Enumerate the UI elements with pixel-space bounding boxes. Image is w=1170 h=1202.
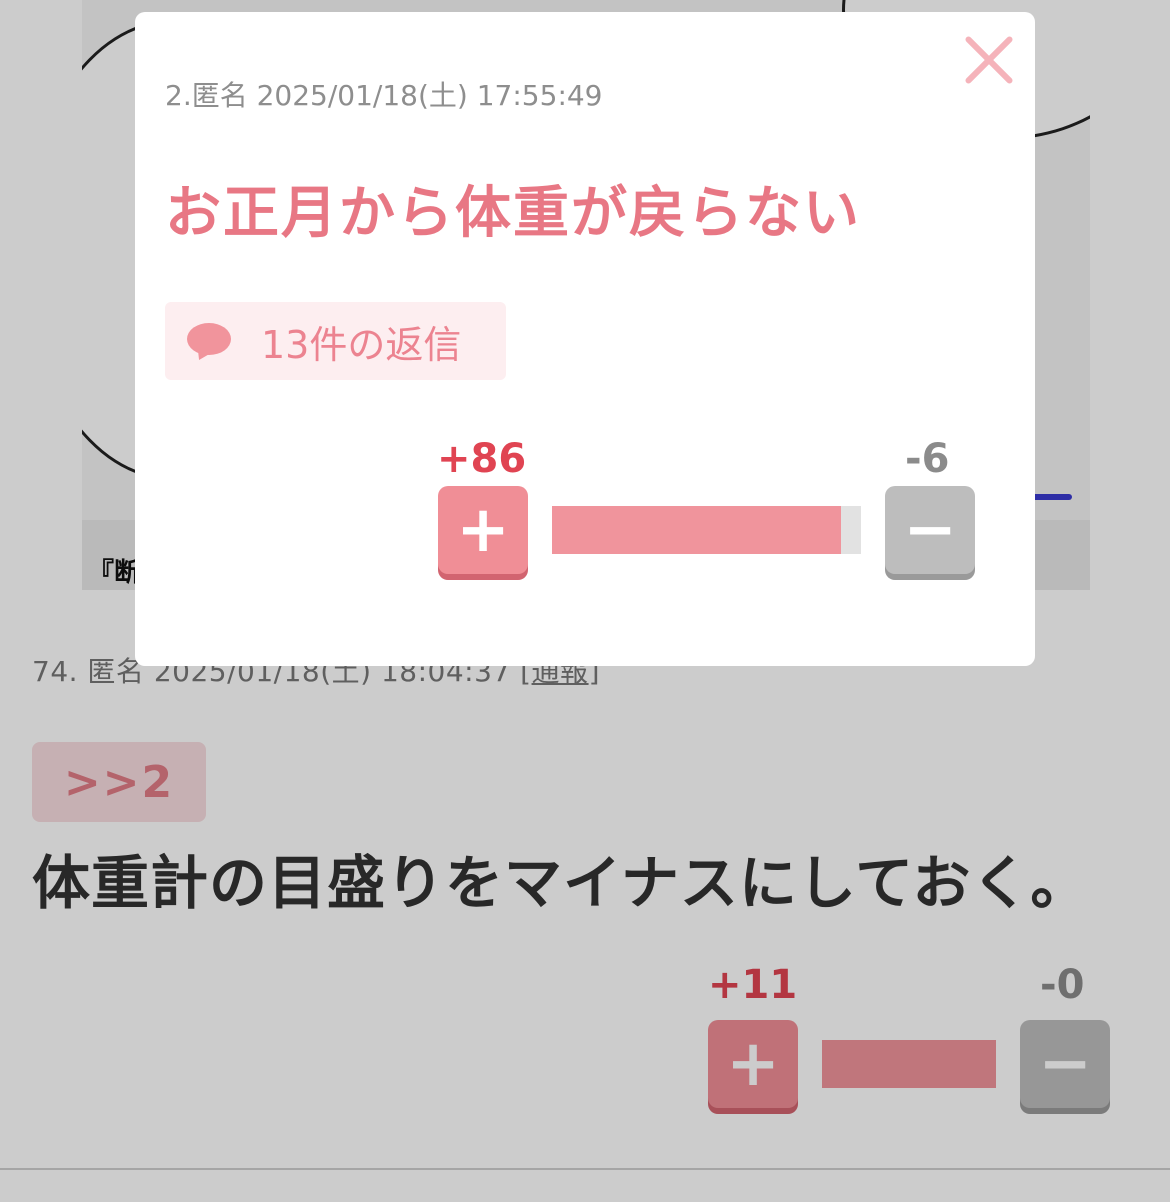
modal-post-meta: 2.匿名 2025/01/18(土) 17:55:49 <box>165 79 603 112</box>
speech-bubble-icon <box>187 323 231 364</box>
close-icon[interactable] <box>963 34 1015 86</box>
minus-count: -6 <box>905 436 950 482</box>
plus-vote-button[interactable]: + <box>438 486 528 574</box>
minus-vote-button[interactable]: − <box>885 486 975 574</box>
replies-label: 13件の返信 <box>261 322 462 367</box>
plus-count: +86 <box>437 436 527 482</box>
modal-post-title: お正月から体重が戻らない <box>165 181 861 246</box>
vote-ratio-bar <box>552 506 861 554</box>
minus-icon: − <box>903 493 957 567</box>
plus-icon: + <box>456 493 510 567</box>
vote-ratio-fill <box>552 506 841 554</box>
replies-button[interactable]: 13件の返信 <box>165 302 506 380</box>
comment-modal: 2.匿名 2025/01/18(土) 17:55:49 お正月から体重が戻らない… <box>135 12 1035 666</box>
